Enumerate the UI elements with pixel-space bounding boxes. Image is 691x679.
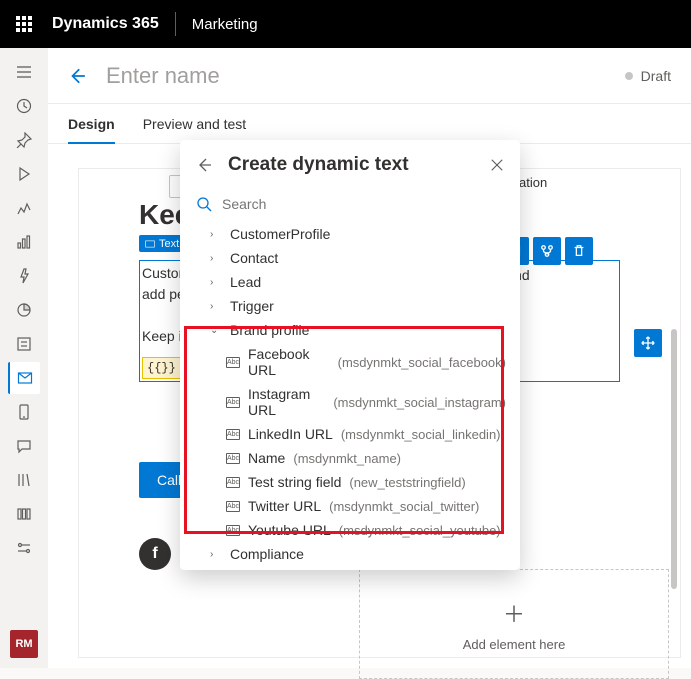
leaf-label: Youtube URL: [248, 522, 331, 538]
facebook-icon[interactable]: f: [139, 538, 171, 570]
page-header: Enter name Draft: [48, 48, 691, 104]
leaf-schema: (msdynmkt_name): [293, 451, 401, 466]
tree-node-label: Lead: [230, 274, 261, 290]
tree-node-label: Trigger: [230, 298, 274, 314]
triggers-icon[interactable]: [8, 260, 40, 292]
search-icon: [196, 196, 212, 212]
search-input[interactable]: [222, 196, 504, 212]
library-icon[interactable]: [8, 464, 40, 496]
dynamic-text-flyout: Create dynamic text › CustomerProfile › Con…: [180, 140, 520, 570]
status-dot-icon: [625, 72, 633, 80]
tree-leaf[interactable]: Abc LinkedIn URL (msdynmkt_social_linkedi…: [186, 422, 516, 446]
field-icon: Abc: [226, 525, 240, 536]
tab-label: Design: [68, 116, 115, 132]
chat-icon[interactable]: [8, 430, 40, 462]
leaf-schema: (msdynmkt_social_facebook): [338, 355, 506, 370]
leaf-label: LinkedIn URL: [248, 426, 333, 442]
field-icon: Abc: [226, 501, 240, 512]
field-icon: Abc: [226, 477, 240, 488]
leaf-label: Name: [248, 450, 285, 466]
leaf-schema: (msdynmkt_social_youtube): [339, 523, 501, 538]
leaf-schema: (msdynmkt_social_twitter): [329, 499, 479, 514]
chevron-down-icon: ⌄: [210, 325, 222, 336]
recent-icon[interactable]: [8, 90, 40, 122]
tree-leaf[interactable]: Abc Facebook URL (msdynmkt_social_faceboo…: [186, 342, 516, 382]
canvas-scrollbar[interactable]: [671, 329, 677, 589]
journeys-icon[interactable]: [8, 192, 40, 224]
plus-icon: ＋: [503, 597, 525, 629]
mobile-icon[interactable]: [8, 396, 40, 428]
tree-node-label: Brand profile: [230, 322, 309, 338]
tree-node[interactable]: › Compliance: [186, 542, 516, 566]
leaf-label: Test string field: [248, 474, 341, 490]
product-brand[interactable]: Dynamics 365: [52, 15, 159, 33]
add-element-label: Add element here: [463, 637, 566, 652]
tree-node[interactable]: › Contact: [186, 246, 516, 270]
play-icon[interactable]: [8, 158, 40, 190]
branch-button[interactable]: [533, 237, 561, 265]
tree-leaf[interactable]: Abc Twitter URL (msdynmkt_social_twitter): [186, 494, 516, 518]
chevron-right-icon: ›: [210, 229, 222, 240]
analytics-icon[interactable]: [8, 226, 40, 258]
forms-icon[interactable]: [8, 328, 40, 360]
email-icon[interactable]: [8, 362, 40, 394]
flyout-title: Create dynamic text: [228, 154, 474, 176]
flyout-header: Create dynamic text: [180, 140, 520, 190]
tab-label: Preview and test: [143, 116, 247, 132]
hamburger-icon[interactable]: [8, 56, 40, 88]
columns-icon[interactable]: [8, 498, 40, 530]
topbar-divider: [175, 12, 176, 36]
tree-node[interactable]: ⌄ Brand profile: [186, 318, 516, 342]
text-tag-label: Text: [159, 238, 179, 250]
left-nav-rail: RM: [0, 48, 48, 668]
tree-leaf[interactable]: Abc Youtube URL (msdynmkt_social_youtube): [186, 518, 516, 542]
app-launcher-icon[interactable]: [8, 8, 40, 40]
tree-leaf[interactable]: Abc Name (msdynmkt_name): [186, 446, 516, 470]
tree-node[interactable]: › CustomerProfile: [186, 222, 516, 246]
flyout-back-icon[interactable]: [196, 157, 212, 173]
page-title[interactable]: Enter name: [106, 63, 220, 89]
leaf-schema: (msdynmkt_social_instagram): [333, 395, 506, 410]
leaf-schema: (msdynmkt_social_linkedin): [341, 427, 501, 442]
tree-node[interactable]: › Trigger: [186, 294, 516, 318]
tabs: Design Preview and test: [48, 104, 691, 144]
settings-icon[interactable]: [8, 532, 40, 564]
back-icon[interactable]: [68, 67, 86, 85]
tree-node[interactable]: › Lead: [186, 270, 516, 294]
chevron-right-icon: ›: [210, 549, 222, 560]
tree-node-label: CustomerProfile: [230, 226, 330, 242]
dynamic-token[interactable]: {{}}: [142, 357, 181, 379]
global-topbar: Dynamics 365 Marketing: [0, 0, 691, 48]
chevron-right-icon: ›: [210, 277, 222, 288]
tab-design[interactable]: Design: [68, 104, 115, 143]
field-icon: Abc: [226, 357, 240, 368]
attribute-tree: › CustomerProfile › Contact › Lead › Trigger ⌄ Br…: [180, 222, 520, 570]
leaf-label: Facebook URL: [248, 346, 330, 378]
field-icon: Abc: [226, 429, 240, 440]
pin-icon[interactable]: [8, 124, 40, 156]
field-icon: Abc: [226, 453, 240, 464]
leaf-schema: (new_teststringfield): [349, 475, 465, 490]
leaf-label: Instagram URL: [248, 386, 325, 418]
module-label[interactable]: Marketing: [192, 16, 258, 33]
leaf-label: Twitter URL: [248, 498, 321, 514]
add-element-dropzone[interactable]: ＋ Add element here: [359, 569, 669, 679]
tree-node-label: Compliance: [230, 546, 304, 562]
status-badge: Draft: [641, 68, 671, 84]
tree-leaf[interactable]: Abc Instagram URL (msdynmkt_social_instag…: [186, 382, 516, 422]
insights-icon[interactable]: [8, 294, 40, 326]
field-icon: Abc: [226, 397, 240, 408]
tree-leaf[interactable]: Abc Test string field (new_teststringfiel…: [186, 470, 516, 494]
flyout-search[interactable]: [180, 190, 520, 222]
close-icon[interactable]: [490, 158, 504, 172]
chevron-right-icon: ›: [210, 301, 222, 312]
tree-node-label: Contact: [230, 250, 278, 266]
tab-preview[interactable]: Preview and test: [143, 104, 247, 143]
move-handle-icon[interactable]: [634, 329, 662, 357]
user-avatar[interactable]: RM: [10, 630, 38, 658]
chevron-right-icon: ›: [210, 253, 222, 264]
delete-button[interactable]: [565, 237, 593, 265]
